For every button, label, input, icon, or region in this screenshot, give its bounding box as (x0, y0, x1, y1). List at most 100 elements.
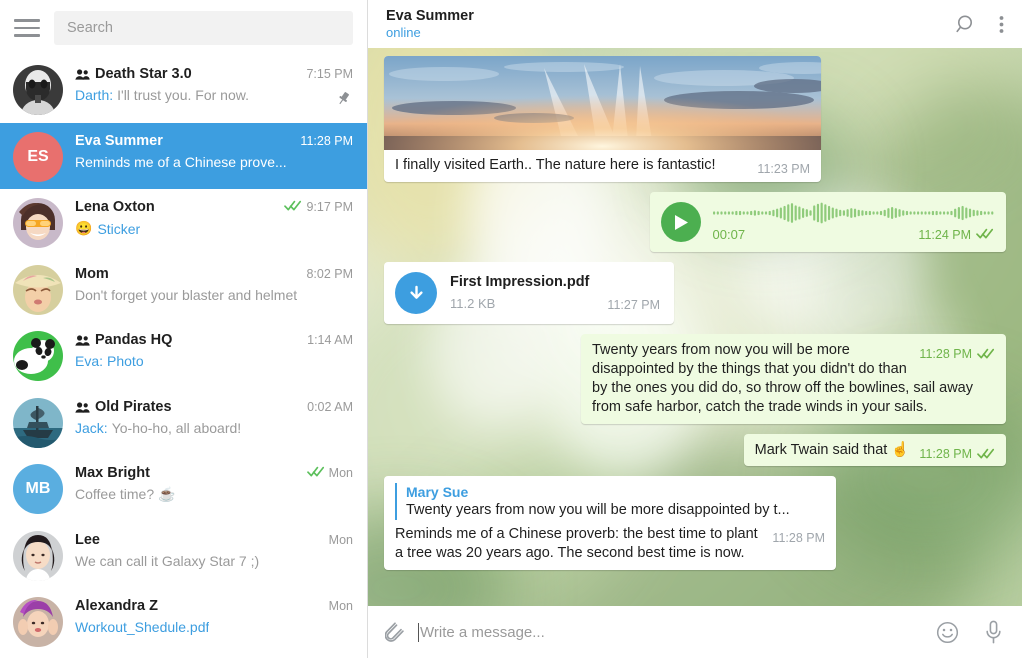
message-input[interactable]: Write a message... (418, 623, 920, 642)
message-input-placeholder: Write a message... (420, 624, 545, 641)
chat-item-preview: Darth:I'll trust you. For now. (75, 87, 353, 103)
avatar: MB (13, 464, 63, 514)
chat-preview-text: Sticker (97, 221, 140, 237)
group-icon (75, 402, 90, 413)
message-bubble[interactable]: 11:28 PMTwenty years from now you will b… (581, 334, 1006, 424)
chat-name: Eva Summer (75, 133, 163, 149)
file-name: First Impression.pdf (450, 273, 593, 292)
message-sender: Darth: (75, 87, 113, 103)
message-emoji: 😀 (75, 220, 92, 237)
chat-name: Lena Oxton (75, 199, 155, 215)
chat-item-body: Max BrightMonCoffee time? ☕ (75, 464, 353, 503)
microphone-icon[interactable] (985, 620, 1002, 645)
avatar (13, 265, 63, 315)
paperclip-icon[interactable] (385, 620, 404, 644)
message-bubble[interactable]: 00:07 11:24 PM (650, 192, 1006, 251)
voice-footer: 00:07 11:24 PM (713, 226, 994, 243)
avatar (13, 597, 63, 647)
chat-time-text: Mon (329, 533, 353, 547)
reply-quote[interactable]: Mary SueTwenty years from now you will b… (395, 483, 825, 520)
hamburger-menu-icon[interactable] (14, 19, 40, 37)
message-bubble[interactable]: 11:28 PM Mark Twain said that ☝ (744, 434, 1006, 466)
avatar (13, 331, 63, 381)
chat-item-body: Death Star 3.07:15 PM Darth:I'll trust yo… (75, 65, 353, 103)
message-bubble[interactable]: Mary SueTwenty years from now you will b… (384, 476, 836, 570)
chat-list-item[interactable]: Pandas HQ1:14 AMEva:Photo (0, 322, 367, 389)
chat-item-top: Lena Oxton 9:17 PM (75, 199, 353, 215)
smiley-icon[interactable] (936, 621, 959, 644)
download-arrow-icon[interactable] (395, 272, 437, 314)
chat-time-text: 0:02 AM (307, 400, 353, 414)
search-icon[interactable] (956, 14, 977, 35)
chat-list-item[interactable]: Old Pirates0:02 AM Jack:Yo-ho-ho, all abo… (0, 389, 367, 456)
chat-item-top: Death Star 3.07:15 PM (75, 66, 353, 82)
chat-item-preview: Workout_Shedule.pdf (75, 619, 353, 635)
chat-list-item[interactable]: Lena Oxton 9:17 PM 😀 Sticker (0, 189, 367, 256)
messages-scroll-area[interactable]: 11:23 PMI finally visited Earth.. The na… (368, 48, 1022, 606)
double-check-icon (976, 226, 994, 243)
chat-item-body: Lena Oxton 9:17 PM 😀 Sticker (75, 198, 353, 237)
chat-pane: Eva Summer online (368, 0, 1022, 658)
more-vertical-icon[interactable] (999, 15, 1004, 34)
chat-list[interactable]: Death Star 3.07:15 PM Darth:I'll trust yo… (0, 56, 367, 658)
search-input[interactable]: Search (54, 11, 353, 45)
message-bubble[interactable]: First Impression.pdf11.2 KB11:27 PM (384, 262, 674, 324)
chat-item-body: Alexandra ZMonWorkout_Shedule.pdf (75, 597, 353, 635)
chat-list-item[interactable]: Alexandra ZMonWorkout_Shedule.pdf (0, 588, 367, 655)
chat-item-preview: Jack:Yo-ho-ho, all aboard! (75, 420, 353, 436)
double-check-icon (284, 199, 302, 214)
chat-header-actions (956, 14, 1004, 35)
sidebar-toolbar: Search (0, 0, 367, 56)
chat-timestamp: Mon (321, 599, 353, 613)
message-time: 11:28 PM (772, 530, 825, 547)
chat-item-preview: Don't forget your blaster and helmet (75, 287, 353, 303)
chat-name: Max Bright (75, 465, 150, 481)
double-check-icon (977, 446, 995, 463)
chat-item-top: LeeMon (75, 532, 353, 548)
chat-time-text: Mon (329, 466, 353, 480)
message-photo[interactable] (384, 56, 821, 150)
message-text: Twenty years from now you will be more d… (592, 342, 973, 416)
ticks-wrap (307, 466, 325, 480)
chat-list-item[interactable]: LeeMonWe can call it Galaxy Star 7 ;) (0, 522, 367, 589)
play-icon[interactable] (661, 202, 701, 242)
message-composer: Write a message... (368, 606, 1022, 658)
chat-header-titles: Eva Summer online (386, 7, 474, 41)
chat-preview-text: Yo-ho-ho, all aboard! (112, 420, 241, 436)
chat-item-top: Max Bright Mon (75, 465, 353, 481)
chat-list-item[interactable]: Death Star 3.07:15 PM Darth:I'll trust yo… (0, 56, 367, 123)
chat-item-top: Eva Summer 11:28 PM (75, 133, 353, 149)
chat-list-item[interactable]: Mom8:02 PMDon't forget your blaster and … (0, 256, 367, 323)
chat-preview-text: Photo (107, 353, 144, 369)
message-meta: 11:24 PM (918, 226, 994, 243)
voice-message: 00:07 11:24 PM (650, 192, 1006, 251)
group-icon (75, 69, 90, 80)
chat-time-text: 11:28 PM (300, 134, 353, 148)
ticks-wrap (284, 200, 302, 214)
chat-time-text: 9:17 PM (306, 200, 353, 214)
chat-item-top: Old Pirates0:02 AM (75, 399, 353, 415)
message-meta: 11:23 PM (757, 161, 810, 178)
chat-timestamp: 9:17 PM (276, 199, 353, 214)
pin-icon[interactable] (336, 91, 351, 111)
chat-item-preview: 😀 Sticker (75, 220, 353, 237)
avatar (13, 531, 63, 581)
chat-timestamp: Mon (321, 533, 353, 547)
photo-caption-row: 11:23 PMI finally visited Earth.. The na… (384, 150, 821, 182)
message-text: Mark Twain said that ☝ (755, 442, 910, 458)
reply-author: Mary Sue (406, 483, 825, 501)
chat-time-text: 7:15 PM (306, 67, 353, 81)
chat-time-text: Mon (329, 599, 353, 613)
chat-list-item[interactable]: MBMax BrightMonCoffee time? ☕ (0, 455, 367, 522)
chat-timestamp: 1:14 AM (299, 333, 353, 347)
chat-status: online (386, 25, 474, 41)
chat-list-item[interactable]: ESEva Summer11:28 PMReminds me of a Chin… (0, 123, 367, 190)
voice-waveform[interactable] (713, 201, 994, 225)
chat-timestamp: 8:02 PM (298, 267, 353, 281)
chat-name: Pandas HQ (95, 332, 172, 348)
message-bubble[interactable]: 11:23 PMI finally visited Earth.. The na… (384, 56, 821, 182)
avatar-initials: MB (26, 480, 51, 498)
voice-duration: 00:07 (713, 226, 746, 243)
message-time: 11:28 PM (919, 446, 972, 463)
chat-item-body: LeeMonWe can call it Galaxy Star 7 ;) (75, 531, 353, 569)
